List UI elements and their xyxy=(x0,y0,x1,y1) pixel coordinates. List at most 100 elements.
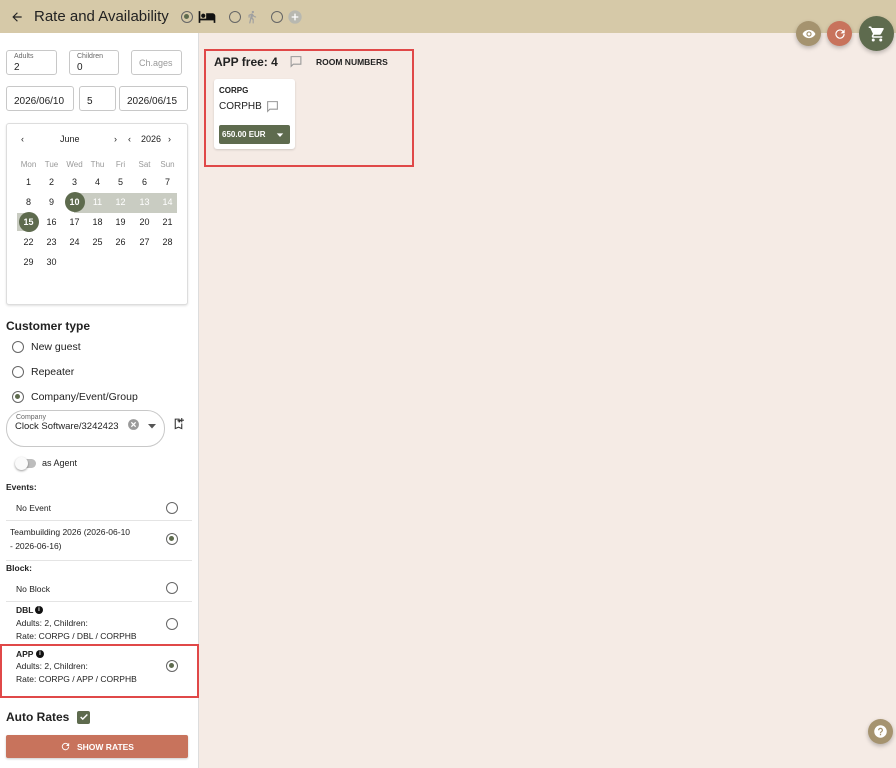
company-dropdown-arrow[interactable] xyxy=(147,418,157,436)
children-value: 0 xyxy=(77,62,83,73)
calendar-day[interactable]: 14 xyxy=(156,192,179,212)
block-row-dbl[interactable]: DBL i Adults: 2, Children: Rate: CORPG /… xyxy=(6,602,192,645)
event-row-teambuilding[interactable]: Teambuilding 2026 (2026-06-10 - 2026-06-… xyxy=(6,521,192,561)
info-icon[interactable]: i xyxy=(35,606,43,614)
app-highlight xyxy=(0,644,199,698)
company-option-label: Company/Event/Group xyxy=(31,391,138,403)
block-label: Block: xyxy=(6,563,32,573)
calendar-day[interactable]: 2 xyxy=(40,172,63,192)
calendar-day[interactable]: 10 xyxy=(63,192,86,212)
arrow-left-icon xyxy=(12,11,22,22)
toggle-switch[interactable] xyxy=(15,456,36,470)
dbl-rate: Rate: CORPG / DBL / CORPHB xyxy=(16,631,137,641)
search-sidebar: Adults 2 Children 0 Ch.ages 2026/06/10 5… xyxy=(0,33,199,768)
company-radio[interactable] xyxy=(12,391,24,403)
customer-option-repeater[interactable]: Repeater xyxy=(12,366,74,378)
rate-card: CORPG CORPHB 650.00 EUR xyxy=(214,79,295,149)
child-ages-field[interactable]: Ch.ages xyxy=(131,50,182,75)
show-rates-label: SHOW RATES xyxy=(77,741,134,752)
mode-add[interactable] xyxy=(270,9,303,25)
calendar-day[interactable]: 11 xyxy=(86,192,109,212)
mode-room-radio[interactable] xyxy=(180,10,193,23)
adults-field[interactable]: Adults 2 xyxy=(6,50,57,75)
calendar-day[interactable]: 4 xyxy=(86,172,109,192)
no-block-radio[interactable] xyxy=(166,582,178,594)
mode-walkin-radio[interactable] xyxy=(228,10,241,23)
company-label: Company xyxy=(15,414,47,421)
next-year-button[interactable]: › xyxy=(168,134,171,144)
calendar-day[interactable]: 17 xyxy=(63,212,86,232)
auto-rates-checkbox[interactable] xyxy=(77,710,91,724)
comment-icon xyxy=(267,101,278,113)
calendar-day[interactable]: 27 xyxy=(133,232,156,252)
calendar-day[interactable]: 18 xyxy=(86,212,109,232)
customer-type-heading: Customer type xyxy=(6,319,91,333)
weekday-header: Mon xyxy=(20,160,37,169)
next-month-button[interactable]: › xyxy=(114,134,117,144)
repeater-radio[interactable] xyxy=(12,366,24,378)
new-guest-radio[interactable] xyxy=(12,341,24,353)
arrival-date-input[interactable]: 2026/06/10 xyxy=(6,86,74,111)
calendar-day[interactable]: 26 xyxy=(109,232,132,252)
calendar-day[interactable]: 8 xyxy=(17,192,40,212)
dbl-guests: Adults: 2, Children: xyxy=(16,618,88,628)
adults-label: Adults xyxy=(14,53,34,60)
dbl-radio[interactable] xyxy=(166,618,178,630)
customer-option-company[interactable]: Company/Event/Group xyxy=(12,391,138,403)
departure-date-input[interactable]: 2026/06/15 xyxy=(119,86,188,111)
rate-comment-button[interactable] xyxy=(266,100,279,118)
calendar-day[interactable]: 25 xyxy=(86,232,109,252)
price-button[interactable]: 650.00 EUR xyxy=(219,125,290,144)
calendar-day[interactable]: 20 xyxy=(133,212,156,232)
children-field[interactable]: Children 0 xyxy=(69,50,119,75)
calendar-day[interactable]: 12 xyxy=(109,192,132,212)
date-calendar: ‹ June › ‹ 2026 › Mon Tue Wed Thu Fri Sat Sun … xyxy=(6,123,188,305)
company-select[interactable]: Company Clock Software/3242423 xyxy=(6,410,165,447)
calendar-day[interactable]: 24 xyxy=(63,232,86,252)
as-agent-toggle[interactable]: as Agent xyxy=(15,456,77,470)
calendar-day[interactable]: 19 xyxy=(109,212,132,232)
rate-code: CORPHB xyxy=(219,101,262,112)
event-row-no-event[interactable]: No Event xyxy=(6,496,192,521)
calendar-day[interactable]: 23 xyxy=(40,232,63,252)
calendar-day[interactable]: 13 xyxy=(133,192,156,212)
calendar-day[interactable]: 9 xyxy=(40,192,63,212)
back-button[interactable] xyxy=(0,0,34,33)
price-value: 650.00 EUR xyxy=(222,130,266,139)
calendar-day[interactable]: 30 xyxy=(40,252,63,272)
block-row-no-block[interactable]: No Block xyxy=(6,576,192,602)
room-comment-button[interactable] xyxy=(289,55,303,73)
calendar-day[interactable]: 5 xyxy=(109,172,132,192)
no-event-radio[interactable] xyxy=(166,502,178,514)
calendar-day[interactable]: 1 xyxy=(17,172,40,192)
calendar-month: June xyxy=(60,134,80,144)
events-label: Events: xyxy=(6,482,37,492)
caret-down-icon xyxy=(276,133,284,137)
calendar-day[interactable]: 28 xyxy=(156,232,179,252)
weekday-header: Tue xyxy=(44,160,59,169)
add-bookmark-button[interactable] xyxy=(172,417,185,436)
show-rates-button[interactable]: SHOW RATES xyxy=(6,735,188,758)
weekday-header: Sat xyxy=(138,160,151,169)
teambuilding-radio[interactable] xyxy=(166,533,178,545)
prev-year-button[interactable]: ‹ xyxy=(128,134,131,144)
clear-company-button[interactable] xyxy=(127,418,140,436)
room-numbers-button[interactable]: ROOM NUMBERS xyxy=(316,57,388,67)
auto-rates[interactable]: Auto Rates xyxy=(6,710,91,724)
adults-value: 2 xyxy=(14,62,20,73)
calendar-day[interactable]: 15 xyxy=(17,212,40,232)
calendar-day[interactable]: 6 xyxy=(133,172,156,192)
calendar-day[interactable]: 16 xyxy=(40,212,63,232)
calendar-day[interactable]: 3 xyxy=(63,172,86,192)
mode-add-radio[interactable] xyxy=(270,10,283,23)
calendar-day[interactable]: 7 xyxy=(156,172,179,192)
calendar-day[interactable]: 22 xyxy=(17,232,40,252)
mode-room[interactable] xyxy=(180,10,217,24)
nights-input[interactable]: 5 xyxy=(79,86,116,111)
mode-walkin[interactable] xyxy=(228,9,259,25)
customer-option-new-guest[interactable]: New guest xyxy=(12,341,81,353)
calendar-day[interactable]: 21 xyxy=(156,212,179,232)
weekday-header: Wed xyxy=(66,160,83,169)
prev-month-button[interactable]: ‹ xyxy=(21,134,24,144)
calendar-day[interactable]: 29 xyxy=(17,252,40,272)
